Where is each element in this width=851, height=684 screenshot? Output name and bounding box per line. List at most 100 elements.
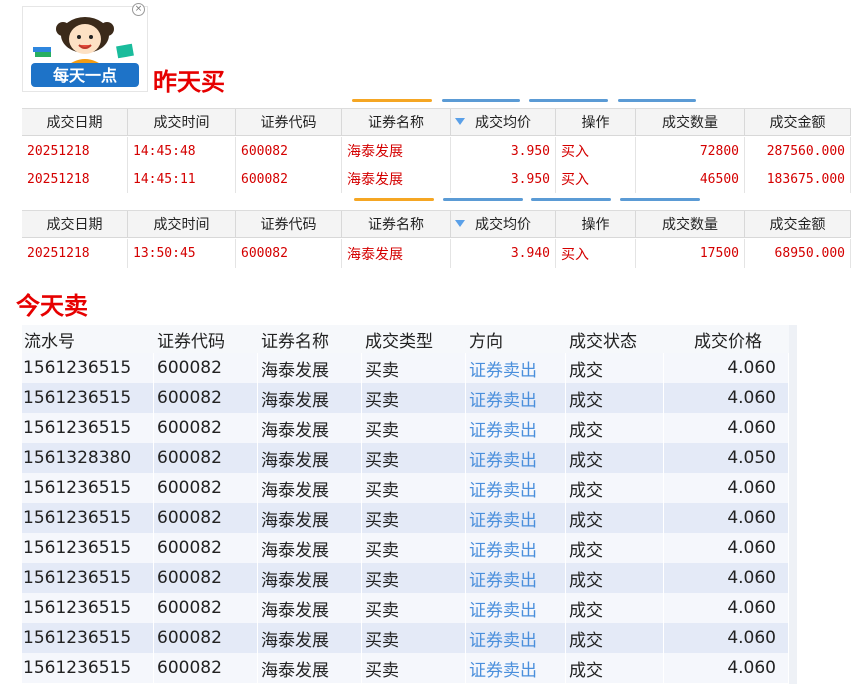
header-amount[interactable]: 成交金额: [745, 109, 851, 135]
header-label: 成交日期: [46, 115, 103, 131]
cell-trade-type: 买卖: [362, 443, 466, 473]
cell-stock-name: 海泰发展: [258, 503, 362, 533]
cell-direction[interactable]: 证券卖出: [466, 563, 566, 593]
cell-direction[interactable]: 证券卖出: [466, 533, 566, 563]
header-avg-price[interactable]: 成交均价: [451, 211, 556, 237]
header-label: 证券名称: [368, 115, 424, 131]
cell-stock-name: 海泰发展: [258, 563, 362, 593]
header-stock-name[interactable]: 证券名称: [258, 325, 362, 353]
table-row[interactable]: 1561236515 600082 海泰发展 买卖 证券卖出 成交 4.060: [22, 653, 797, 683]
tab-indicator-1[interactable]: [352, 99, 432, 102]
cell-amount: 287560.000: [745, 137, 851, 165]
cell-direction[interactable]: 证券卖出: [466, 473, 566, 503]
header-operation[interactable]: 操作: [556, 211, 636, 237]
table-row[interactable]: 1561236515 600082 海泰发展 买卖 证券卖出 成交 4.060: [22, 353, 797, 383]
yesterday-trade-table-1: 成交日期 成交时间 证券代码 证券名称 成交均价 操作 成交数量 成交金额 20251218 14…: [22, 99, 851, 193]
cell-trade-price: 4.060: [664, 383, 789, 413]
header-stock-name[interactable]: 证券名称: [342, 211, 451, 237]
header-trade-type[interactable]: 成交类型: [362, 325, 466, 353]
cell-direction[interactable]: 证券卖出: [466, 503, 566, 533]
cell-trade-type: 买卖: [362, 503, 466, 533]
cell-stock-code: 600082: [154, 383, 258, 413]
tab-indicator-4[interactable]: [618, 99, 696, 102]
cell-trade-price: 4.060: [664, 503, 789, 533]
close-icon[interactable]: ×: [132, 3, 145, 16]
header-label: 证券代码: [260, 217, 317, 233]
header-operation[interactable]: 操作: [556, 109, 636, 135]
cell-serial-no: 1561236515: [22, 653, 154, 683]
header-trade-date[interactable]: 成交日期: [22, 109, 128, 135]
cell-direction[interactable]: 证券卖出: [466, 653, 566, 683]
cell-trade-type: 买卖: [362, 623, 466, 653]
cell-trade-price: 4.060: [664, 653, 789, 683]
tab-indicator-4[interactable]: [620, 198, 700, 201]
header-direction[interactable]: 方向: [466, 325, 566, 353]
cell-trade-type: 买卖: [362, 533, 466, 563]
header-trade-price[interactable]: 成交价格: [664, 325, 789, 353]
cell-serial-no: 1561236515: [22, 623, 154, 653]
tab-indicator-1[interactable]: [354, 198, 434, 201]
cell-direction[interactable]: 证券卖出: [466, 353, 566, 383]
table-row[interactable]: 20251218 13:50:45 600082 海泰发展 3.940 买入 17500 68…: [22, 239, 851, 268]
tab-indicator-3[interactable]: [529, 99, 608, 102]
cell-amount: 68950.000: [745, 239, 851, 268]
cell-stock-name: 海泰发展: [258, 653, 362, 683]
cell-direction[interactable]: 证券卖出: [466, 593, 566, 623]
cell-trade-price: 4.060: [664, 563, 789, 593]
header-amount[interactable]: 成交金额: [745, 211, 851, 237]
header-stock-code[interactable]: 证券代码: [236, 109, 342, 135]
header-quantity[interactable]: 成交数量: [636, 211, 745, 237]
header-stock-name[interactable]: 证券名称: [342, 109, 451, 135]
cell-stock-code: 600082: [154, 623, 258, 653]
cell-quantity: 72800: [636, 137, 745, 165]
cell-stock-code: 600082: [154, 533, 258, 563]
header-trade-time[interactable]: 成交时间: [128, 109, 236, 135]
table-row[interactable]: 20251218 14:45:11 600082 海泰发展 3.950 买入 46500 18…: [22, 165, 851, 193]
tab-indicator-3[interactable]: [531, 198, 611, 201]
table-row[interactable]: 1561328380 600082 海泰发展 买卖 证券卖出 成交 4.050: [22, 443, 797, 473]
table-row[interactable]: 1561236515 600082 海泰发展 买卖 证券卖出 成交 4.060: [22, 473, 797, 503]
cell-serial-no: 1561328380: [22, 443, 154, 473]
cell-serial-no: 1561236515: [22, 353, 154, 383]
section-title-yesterday: 昨天买: [153, 68, 225, 96]
table-row[interactable]: 1561236515 600082 海泰发展 买卖 证券卖出 成交 4.060: [22, 413, 797, 443]
table-row[interactable]: 1561236515 600082 海泰发展 买卖 证券卖出 成交 4.060: [22, 503, 797, 533]
cell-stock-name: 海泰发展: [258, 383, 362, 413]
table-row[interactable]: 1561236515 600082 海泰发展 买卖 证券卖出 成交 4.060: [22, 593, 797, 623]
header-serial-no[interactable]: 流水号: [22, 325, 154, 353]
cell-quantity: 46500: [636, 165, 745, 193]
table-scrollbar-track[interactable]: [789, 325, 797, 684]
cell-stock-code: 600082: [154, 563, 258, 593]
tab-indicator-2[interactable]: [442, 99, 520, 102]
cell-avg-price: 3.940: [451, 239, 556, 268]
logo-text: 每天一点: [52, 66, 117, 85]
table-row[interactable]: 20251218 14:45:48 600082 海泰发展 3.950 买入 72800 28…: [22, 137, 851, 165]
sort-desc-triangle-icon[interactable]: [455, 118, 465, 125]
cell-trade-status: 成交: [566, 503, 664, 533]
header-avg-price[interactable]: 成交均价: [451, 109, 556, 135]
table-row[interactable]: 1561236515 600082 海泰发展 买卖 证券卖出 成交 4.060: [22, 533, 797, 563]
cell-trade-date: 20251218: [22, 239, 128, 268]
cell-trade-date: 20251218: [22, 165, 128, 193]
header-quantity[interactable]: 成交数量: [636, 109, 745, 135]
table-row[interactable]: 1561236515 600082 海泰发展 买卖 证券卖出 成交 4.060: [22, 563, 797, 593]
cell-direction[interactable]: 证券卖出: [466, 413, 566, 443]
header-stock-code[interactable]: 证券代码: [154, 325, 258, 353]
cell-direction[interactable]: 证券卖出: [466, 623, 566, 653]
tab-indicator-2[interactable]: [443, 198, 523, 201]
header-trade-time[interactable]: 成交时间: [128, 211, 236, 237]
header-trade-status[interactable]: 成交状态: [566, 325, 664, 353]
cell-trade-status: 成交: [566, 413, 664, 443]
cell-stock-name: 海泰发展: [258, 593, 362, 623]
sort-desc-triangle-icon[interactable]: [455, 220, 465, 227]
table-row[interactable]: 1561236515 600082 海泰发展 买卖 证券卖出 成交 4.060: [22, 623, 797, 653]
cell-trade-type: 买卖: [362, 653, 466, 683]
cell-stock-code: 600082: [236, 239, 342, 268]
cell-stock-name: 海泰发展: [342, 239, 451, 268]
header-stock-code[interactable]: 证券代码: [236, 211, 342, 237]
cell-direction[interactable]: 证券卖出: [466, 383, 566, 413]
table-row[interactable]: 1561236515 600082 海泰发展 买卖 证券卖出 成交 4.060: [22, 383, 797, 413]
cell-direction[interactable]: 证券卖出: [466, 443, 566, 473]
header-trade-date[interactable]: 成交日期: [22, 211, 128, 237]
cell-stock-name: 海泰发展: [258, 353, 362, 383]
